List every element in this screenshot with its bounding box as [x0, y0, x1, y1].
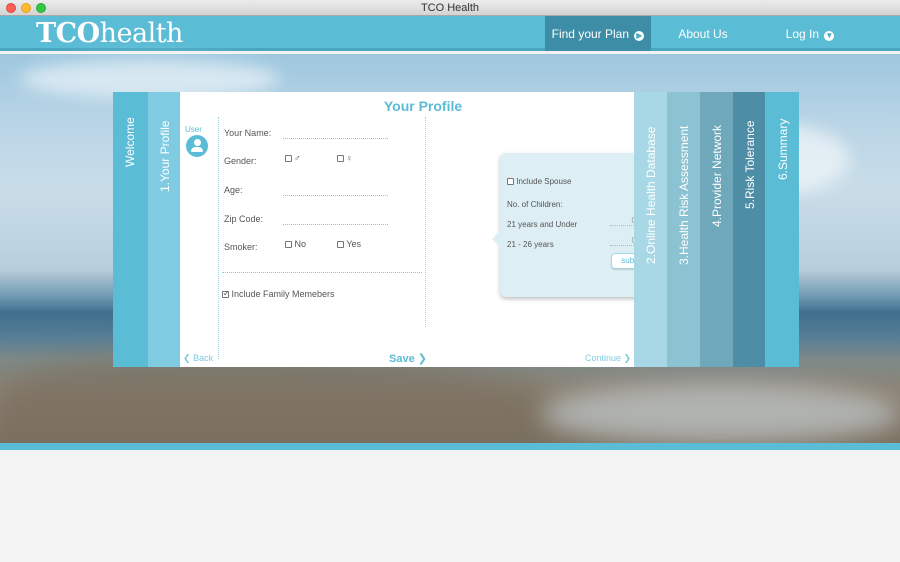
- gender-male-option[interactable]: ♂: [285, 153, 301, 163]
- step-tab-health-risk-assessment[interactable]: 3.Health Risk Assessment: [667, 92, 700, 367]
- gender-label: Gender:: [224, 156, 257, 166]
- step-tab-online-health-database-label: 2.Online Health Database: [644, 126, 658, 264]
- children-label: No. of Children:: [507, 200, 563, 209]
- step-tab-health-risk-assessment-label: 3.Health Risk Assessment: [677, 125, 691, 265]
- smoker-yes-option[interactable]: Yes: [337, 239, 361, 249]
- nav-about-us[interactable]: About Us: [651, 16, 755, 51]
- window-titlebar: TCO Health: [0, 0, 900, 16]
- include-spouse-label: Include Spouse: [516, 177, 572, 186]
- plan-wizard: Welcome 1.Your Profile Your Profile User…: [113, 92, 799, 367]
- nav-find-your-plan[interactable]: Find your Plan ▶: [545, 16, 651, 51]
- step-tab-risk-tolerance-label: 5.Risk Tolerance: [743, 120, 757, 210]
- tcohealth-logo[interactable]: TCOhealth: [36, 18, 183, 49]
- window-minimize-button[interactable]: [21, 3, 31, 13]
- gender-male-checkbox[interactable]: [285, 155, 292, 162]
- age-label: Age:: [224, 185, 243, 195]
- include-family-option[interactable]: Include Family Memebers: [222, 289, 335, 299]
- back-button[interactable]: ❮ Back: [183, 353, 213, 364]
- nav-find-your-plan-label: Find your Plan: [551, 27, 630, 41]
- nav-log-in-label: Log In: [785, 27, 820, 41]
- age21-26-label: 21 - 26 years: [507, 240, 554, 249]
- under21-input[interactable]: 0: [610, 216, 636, 226]
- step-tab-welcome[interactable]: Welcome: [113, 92, 148, 367]
- circle-chevron-down-icon: ▼: [824, 31, 835, 41]
- page-title: Your Profile: [383, 98, 463, 114]
- continue-button[interactable]: Continue ❯: [585, 353, 631, 364]
- logo-light-text: health: [99, 18, 184, 49]
- name-input[interactable]: [283, 138, 388, 139]
- window-close-button[interactable]: [6, 3, 16, 13]
- column-divider-right: [425, 117, 426, 327]
- save-button[interactable]: Save ❯: [389, 352, 427, 365]
- age21-26-input[interactable]: 0: [610, 236, 636, 246]
- step-tab-online-health-database[interactable]: 2.Online Health Database: [634, 92, 667, 367]
- user-label: User: [185, 125, 202, 134]
- circle-arrow-right-icon: ▶: [634, 31, 645, 41]
- save-label: Save: [389, 353, 415, 365]
- column-divider: [218, 117, 219, 359]
- profile-panel: Your Profile User Your Name: Gender: ♂ ♀…: [180, 92, 675, 367]
- male-icon: ♂: [294, 153, 301, 163]
- include-family-checkbox[interactable]: [222, 289, 230, 298]
- step-tab-risk-tolerance[interactable]: 5.Risk Tolerance: [733, 92, 765, 367]
- chevron-right-icon: ❯: [417, 353, 427, 365]
- page-lower-area: [0, 450, 900, 562]
- zip-input[interactable]: [283, 224, 388, 225]
- continue-label: Continue: [585, 353, 622, 363]
- smoker-no-option[interactable]: No: [285, 239, 306, 249]
- include-family-label: Include Family Memebers: [231, 289, 335, 299]
- chevron-right-icon: ❯: [623, 353, 632, 363]
- step-tab-summary[interactable]: 6.Summary: [765, 92, 799, 367]
- top-navbar: TCOhealth Find your Plan ▶ About Us Log …: [0, 16, 900, 51]
- smoker-no-label: No: [294, 239, 307, 249]
- logo-bold-text: TCO: [36, 18, 100, 49]
- gender-female-checkbox[interactable]: [337, 155, 344, 162]
- window-zoom-button[interactable]: [36, 3, 46, 13]
- smoker-yes-label: Yes: [346, 239, 362, 249]
- step-tab-your-profile-label: 1.Your Profile: [158, 120, 172, 192]
- name-label: Your Name:: [224, 128, 272, 138]
- step-tab-your-profile[interactable]: 1.Your Profile: [148, 92, 180, 367]
- include-spouse-checkbox[interactable]: [507, 178, 514, 185]
- step-tab-provider-network[interactable]: 4.Provider Network: [700, 92, 733, 367]
- chevron-left-icon: ❮: [183, 353, 191, 363]
- zip-label: Zip Code:: [224, 214, 264, 224]
- gender-female-option[interactable]: ♀: [337, 153, 353, 163]
- section-divider: [222, 272, 422, 273]
- smoker-no-checkbox[interactable]: [285, 241, 292, 248]
- age-input[interactable]: [283, 195, 388, 196]
- step-tab-summary-label: 6.Summary: [776, 118, 790, 180]
- user-avatar-icon[interactable]: [186, 135, 208, 157]
- female-icon: ♀: [346, 153, 353, 163]
- step-tab-provider-network-label: 4.Provider Network: [710, 124, 724, 227]
- back-label: Back: [193, 353, 214, 363]
- window-title: TCO Health: [420, 2, 480, 14]
- accent-band: [0, 443, 900, 450]
- nav-about-us-label: About Us: [678, 27, 728, 41]
- under21-label: 21 years and Under: [507, 220, 578, 229]
- include-spouse-option[interactable]: Include Spouse: [507, 177, 571, 186]
- smoker-label: Smoker:: [224, 242, 258, 252]
- smoker-yes-checkbox[interactable]: [337, 241, 344, 248]
- step-tab-welcome-label: Welcome: [123, 117, 137, 167]
- nav-log-in[interactable]: Log In ▼: [755, 16, 865, 51]
